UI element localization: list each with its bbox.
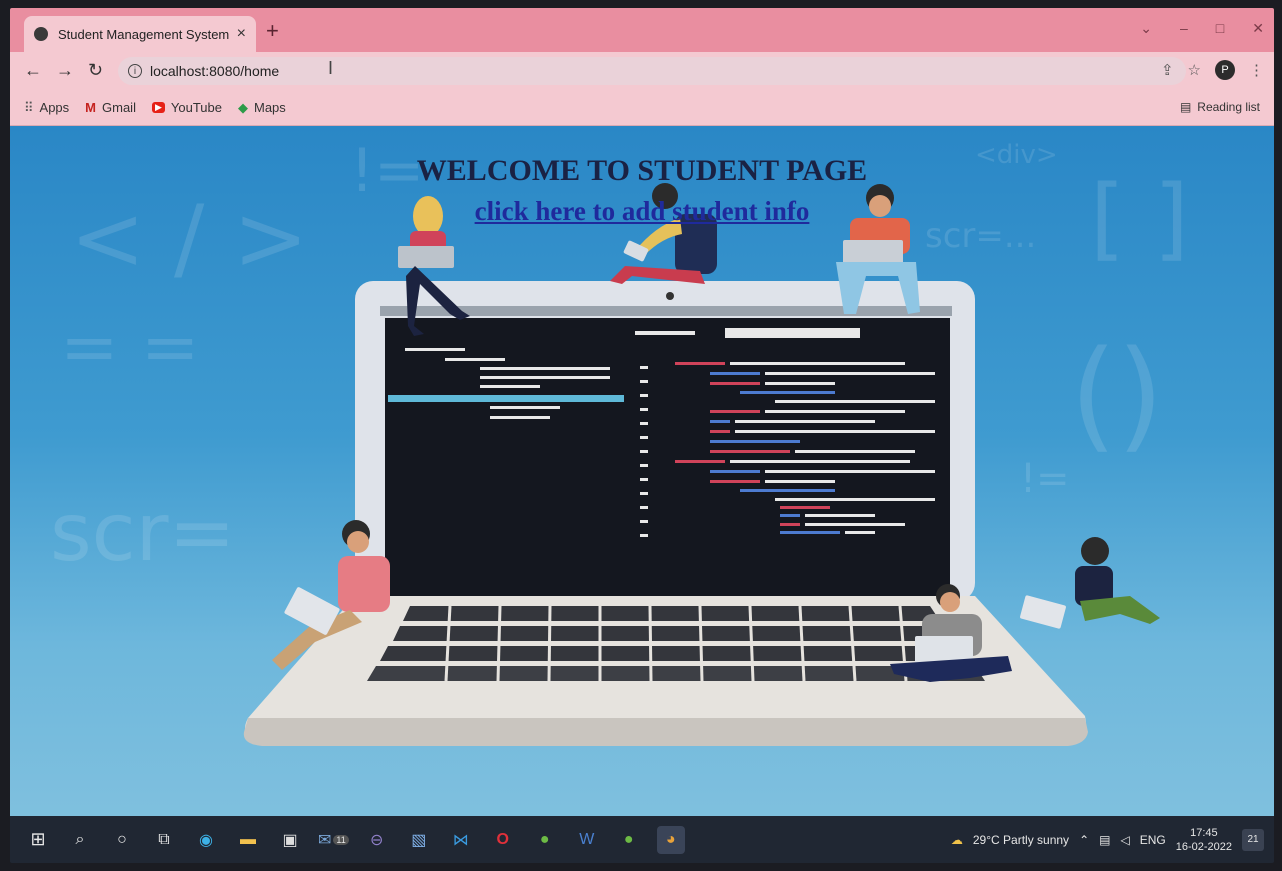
bookmark-gmail[interactable]: M Gmail: [85, 100, 136, 115]
language-indicator[interactable]: ENG: [1140, 833, 1166, 847]
windows-start-icon[interactable]: ⊞: [24, 826, 52, 854]
cortana-icon[interactable]: ○: [108, 826, 136, 854]
intellij-icon[interactable]: ▧: [405, 826, 433, 854]
laptop-base-edge: [243, 718, 1088, 746]
windows-taskbar: ⊞ ⌕ ○ ⧉ ◉ ▬ ▣ ✉ 11 ⊖ ▧ ⋈ O ● W ● ◕ ☁ 29°C…: [10, 816, 1274, 863]
youtube-icon: ▶: [151, 102, 165, 113]
tab-title: Student Management System: [58, 26, 230, 42]
forward-arrow-icon[interactable]: →: [56, 60, 74, 81]
clock[interactable]: 17:45 16-02-2022: [1176, 826, 1232, 854]
maps-icon: ◆: [237, 99, 248, 115]
mail-badge: 11: [333, 834, 349, 845]
close-window-icon[interactable]: ✕: [1252, 20, 1264, 37]
address-bar[interactable]: i localhost:8080/home: [118, 57, 1186, 85]
bookmark-label: Apps: [39, 100, 70, 115]
weather-text[interactable]: 29°C Partly sunny: [973, 833, 1069, 847]
globe-icon: [34, 27, 48, 41]
eclipse-icon[interactable]: ⊖: [363, 826, 391, 854]
tab-search-icon[interactable]: ⌄: [1140, 20, 1152, 37]
bookmark-label: Maps: [253, 100, 286, 115]
share-icon[interactable]: ⇪: [1161, 61, 1174, 79]
search-icon[interactable]: ⌕: [66, 826, 94, 854]
apps-grid-icon: ⠿: [24, 99, 34, 115]
notification-center-icon[interactable]: 21: [1242, 828, 1264, 851]
bookmark-label: Gmail: [102, 100, 136, 115]
laptop-illustration: [243, 183, 1160, 746]
store-icon[interactable]: ▣: [276, 826, 304, 854]
task-view-icon[interactable]: ⧉: [150, 826, 178, 854]
bookmark-apps[interactable]: ⠿ Apps: [24, 100, 69, 116]
reload-icon[interactable]: ↻: [88, 60, 103, 81]
browser-toolbar: ← → ↻ i localhost:8080/home I ⇪ ☆ P ⋮: [10, 52, 1274, 90]
minimize-icon[interactable]: –: [1180, 20, 1188, 37]
volume-icon[interactable]: ◁: [1120, 833, 1129, 847]
page-heading: WELCOME TO STUDENT PAGE: [416, 154, 868, 187]
new-tab-button[interactable]: +: [266, 18, 279, 44]
window-controls: ⌄ – □ ✕: [1140, 20, 1264, 37]
clock-time: 17:45: [1190, 826, 1218, 839]
student-woman-far-right: [1020, 537, 1160, 629]
menu-kebab-icon[interactable]: ⋮: [1249, 61, 1264, 79]
bookmark-youtube[interactable]: ▶ YouTube: [151, 100, 222, 115]
weather-icon: ☁: [950, 832, 963, 847]
system-tray: ☁ 29°C Partly sunny ⌃ ▤ ◁ ENG 17:45 16-0…: [951, 816, 1264, 863]
network-icon[interactable]: ▤: [1099, 833, 1110, 847]
mail-icon[interactable]: ✉ 11: [318, 826, 349, 854]
gmail-icon: M: [85, 100, 97, 115]
back-arrow-icon[interactable]: ←: [24, 60, 42, 81]
reading-list-button[interactable]: ▤ Reading list: [1180, 100, 1260, 114]
add-student-info-link[interactable]: click here to add student info: [10, 196, 1274, 227]
opera-icon[interactable]: O: [489, 826, 517, 854]
toolbar-actions: ⇪ ☆ P ⋮: [1161, 60, 1264, 80]
student-home-page: < / > != <div> scr=... [ ] = = scr= != (…: [10, 126, 1274, 816]
url-text: localhost:8080/home: [150, 63, 280, 79]
close-tab-icon[interactable]: ×: [237, 25, 246, 43]
bookmarks-bar: ⠿ Apps M Gmail ▶ YouTube ◆ Maps ▤ Readin…: [10, 90, 1274, 126]
spring-tool-icon-2[interactable]: ●: [615, 826, 643, 854]
word-icon[interactable]: W: [573, 826, 601, 854]
profile-avatar[interactable]: P: [1215, 60, 1235, 80]
screen: Student Management System × + ⌄ – □ ✕ ← …: [10, 8, 1274, 863]
edge-browser-icon[interactable]: ◉: [192, 826, 220, 854]
text-cursor-icon: I: [328, 58, 334, 78]
maximize-icon[interactable]: □: [1216, 20, 1224, 37]
bookmark-label: YouTube: [170, 100, 222, 115]
clock-date: 16-02-2022: [1175, 840, 1232, 853]
chrome-icon[interactable]: ◕: [656, 825, 685, 854]
webcam-icon: [666, 292, 674, 300]
bookmark-maps[interactable]: ◆ Maps: [238, 100, 286, 116]
spring-tool-icon[interactable]: ●: [531, 826, 559, 854]
tray-chevron-icon[interactable]: ⌃: [1079, 833, 1089, 847]
bookmark-star-icon[interactable]: ☆: [1188, 61, 1201, 79]
reading-list-icon: ▤: [1179, 100, 1192, 114]
file-explorer-icon[interactable]: ▬: [234, 826, 262, 854]
browser-tab[interactable]: Student Management System ×: [24, 16, 256, 52]
reading-list-label: Reading list: [1197, 100, 1260, 114]
browser-tab-bar: Student Management System × + ⌄ – □ ✕: [10, 8, 1274, 52]
info-icon[interactable]: i: [128, 64, 142, 78]
vscode-icon[interactable]: ⋈: [447, 826, 475, 854]
